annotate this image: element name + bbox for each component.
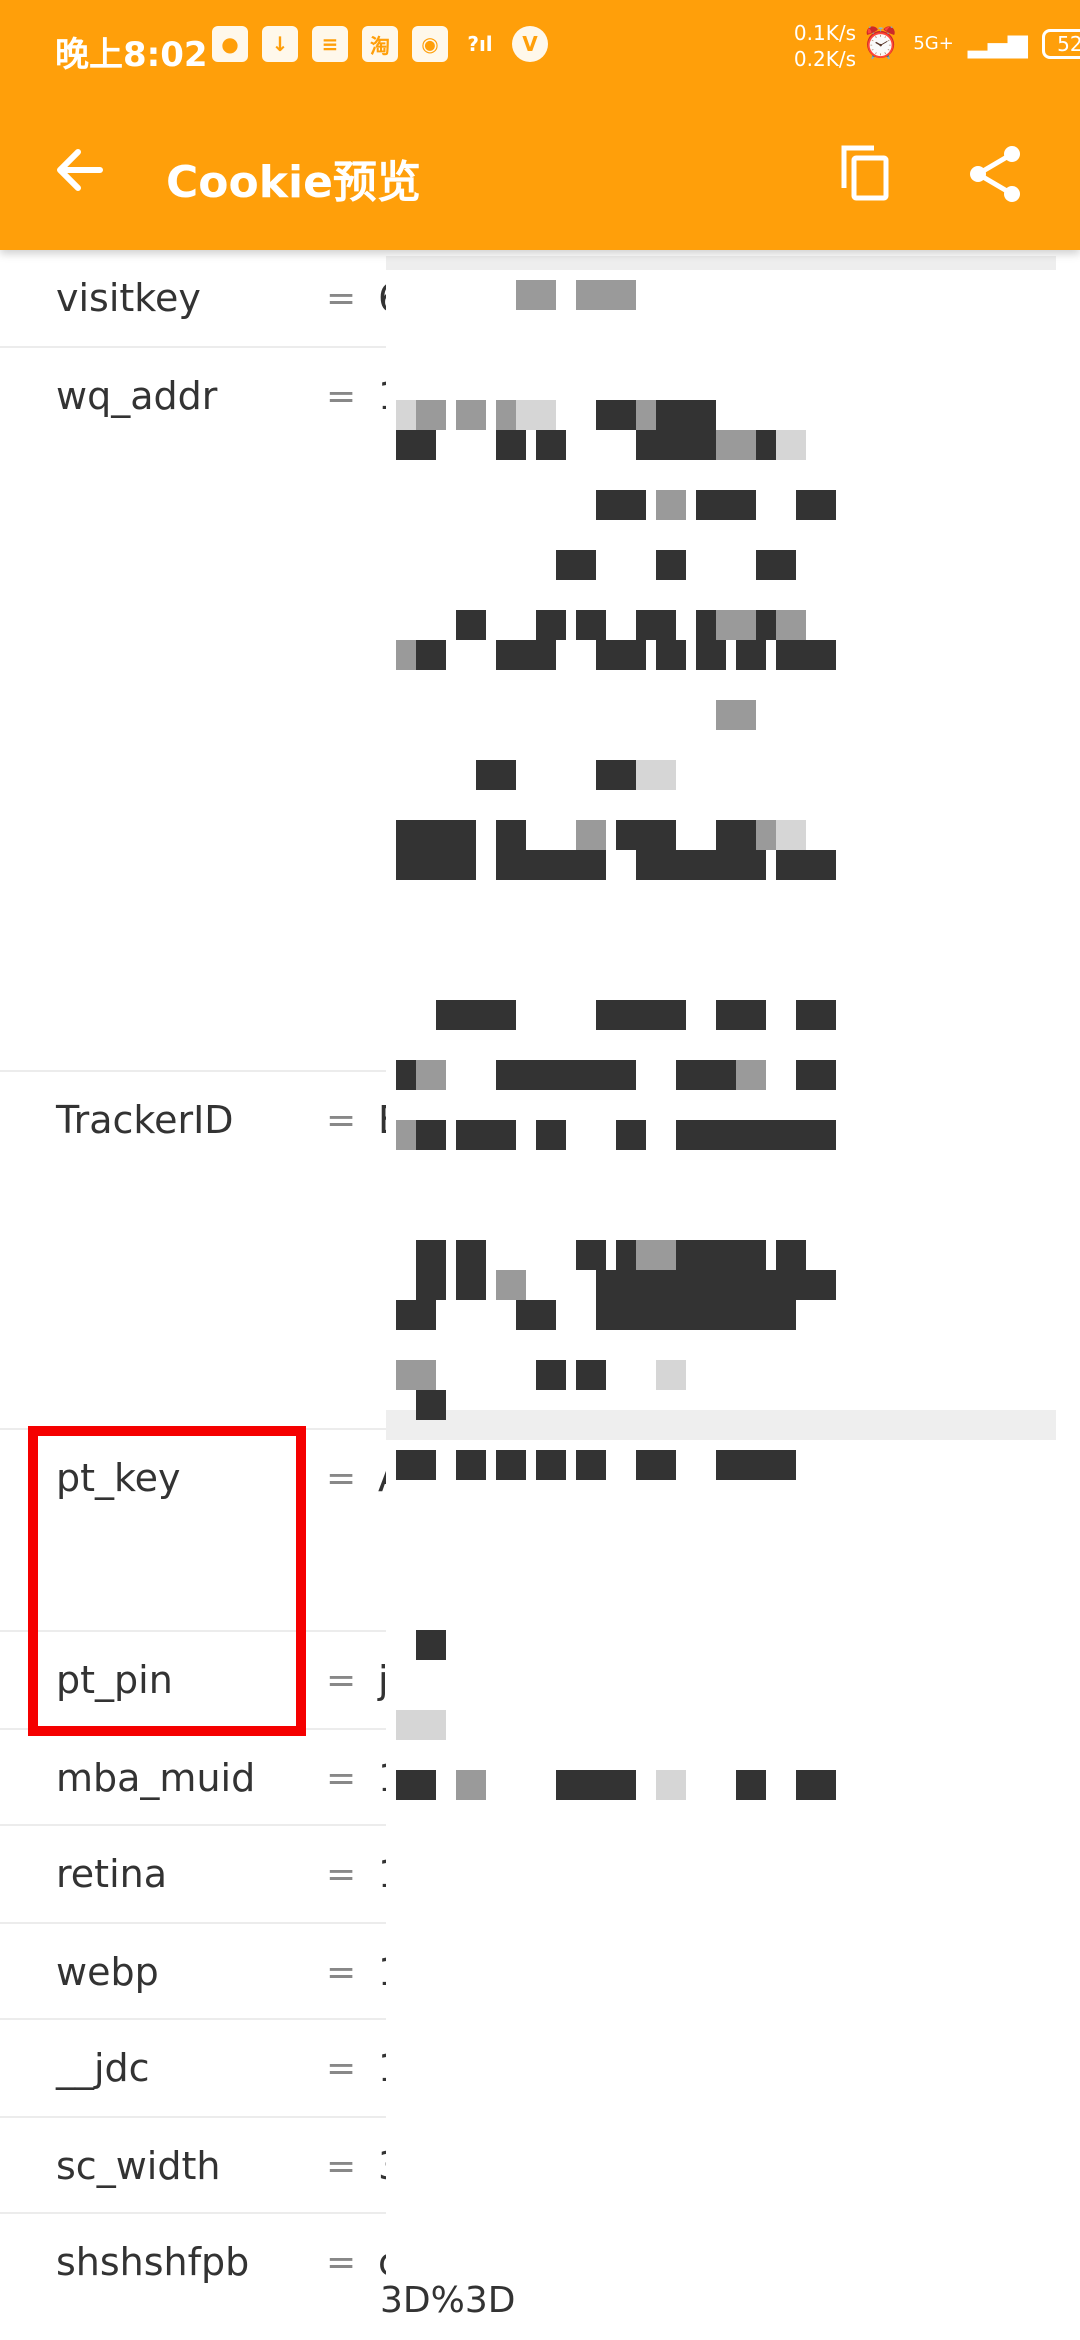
copy-icon[interactable] — [836, 142, 896, 206]
equals-sign: = — [326, 1660, 357, 1701]
equals-sign: = — [326, 1952, 357, 1993]
download-icon: ↓ — [262, 26, 298, 62]
network-type: 5G+ — [913, 33, 954, 54]
cookie-key: TrackerID — [56, 1098, 234, 1142]
app-bar: 晚上8:02 ● ↓ ≡ 淘 ◉ ?ıl V 0.1K/s 0.2K/s ⏰ 5… — [0, 0, 1080, 250]
cookie-row[interactable]: retina = 1 — [0, 1826, 1080, 1924]
cookie-row[interactable]: visitkey = 6 — [0, 250, 1080, 348]
equals-sign: = — [326, 1758, 357, 1799]
weibo-icon: ◉ — [412, 26, 448, 62]
battery-level: 52 — [1057, 31, 1080, 56]
status-right: ⏰ 5G+ ▂▄▆ 52 — [862, 26, 1080, 61]
cookie-value: 3 — [378, 2144, 403, 2188]
cookie-key: sc_width — [56, 2144, 221, 2188]
equals-sign: = — [326, 2048, 357, 2089]
cookie-value: j — [378, 1658, 389, 1702]
cookie-value: c — [378, 2240, 399, 2284]
equals-sign: = — [326, 1458, 357, 1499]
cookie-value: A — [378, 1456, 404, 1500]
network-speed: 0.1K/s 0.2K/s — [786, 20, 856, 72]
cookie-key: mba_muid — [56, 1756, 256, 1800]
equals-sign: = — [326, 2242, 357, 2283]
net-down-speed: 0.2K/s — [793, 47, 856, 71]
equals-sign: = — [326, 2146, 357, 2187]
cellular-signal-icon: ▂▄▆ — [967, 28, 1028, 59]
wechat-icon: ● — [212, 26, 248, 62]
cookie-row[interactable]: __jdc = 1 — [0, 2020, 1080, 2118]
cookie-key: __jdc — [56, 2046, 150, 2090]
alarm-icon: ⏰ — [862, 26, 900, 61]
cookie-row[interactable]: mba_muid = 1 — [0, 1730, 1080, 1826]
cookie-key: shshshfpb — [56, 2240, 250, 2284]
equals-sign: = — [326, 1100, 357, 1141]
status-time: 晚上8:02 — [55, 35, 208, 75]
v-icon: V — [512, 26, 548, 62]
net-up-speed: 0.1K/s — [793, 21, 856, 45]
cookie-value: E — [378, 1098, 403, 1142]
cookie-row[interactable]: sc_width = 3 — [0, 2118, 1080, 2214]
cookie-key: wq_addr — [56, 374, 218, 418]
taobao-icon: 淘 — [362, 26, 398, 62]
page-title: Cookie预览 — [166, 157, 421, 208]
highlight-box — [28, 1426, 306, 1736]
cookie-list: visitkey = 6 wq_addr = 1 TrackerID = E p… — [0, 250, 1080, 2340]
equals-sign: = — [326, 376, 357, 417]
cookie-value: 1 — [378, 1950, 403, 1994]
storage-icon: ≡ — [312, 26, 348, 62]
cookie-value-tail: 3D%3D — [380, 2280, 516, 2321]
cookie-row[interactable]: shshshfpb = c — [0, 2214, 1080, 2340]
cookie-row[interactable]: wq_addr = 1 — [0, 348, 1080, 1072]
signal-icon: ?ıl — [467, 32, 493, 56]
status-bar: 晚上8:02 ● ↓ ≡ 淘 ◉ ?ıl V 0.1K/s 0.2K/s ⏰ 5… — [0, 0, 1080, 96]
battery-icon: 52 — [1041, 28, 1080, 59]
cookie-value: 1 — [378, 2046, 403, 2090]
notification-icons: ● ↓ ≡ 淘 ◉ ?ıl V — [212, 26, 548, 62]
cookie-key: visitkey — [56, 276, 201, 320]
equals-sign: = — [326, 1854, 357, 1895]
cookie-key: webp — [56, 1950, 159, 1994]
cookie-value: 1 — [378, 374, 403, 418]
cookie-key: retina — [56, 1852, 167, 1896]
share-icon[interactable] — [966, 142, 1026, 206]
cookie-value: 6 — [378, 276, 403, 320]
cookie-value: 1 — [378, 1756, 403, 1800]
equals-sign: = — [326, 278, 357, 319]
cookie-row[interactable]: TrackerID = E — [0, 1072, 1080, 1430]
back-arrow-icon[interactable] — [50, 140, 110, 200]
cookie-value: 1 — [378, 1852, 403, 1896]
cookie-row[interactable]: webp = 1 — [0, 1924, 1080, 2020]
